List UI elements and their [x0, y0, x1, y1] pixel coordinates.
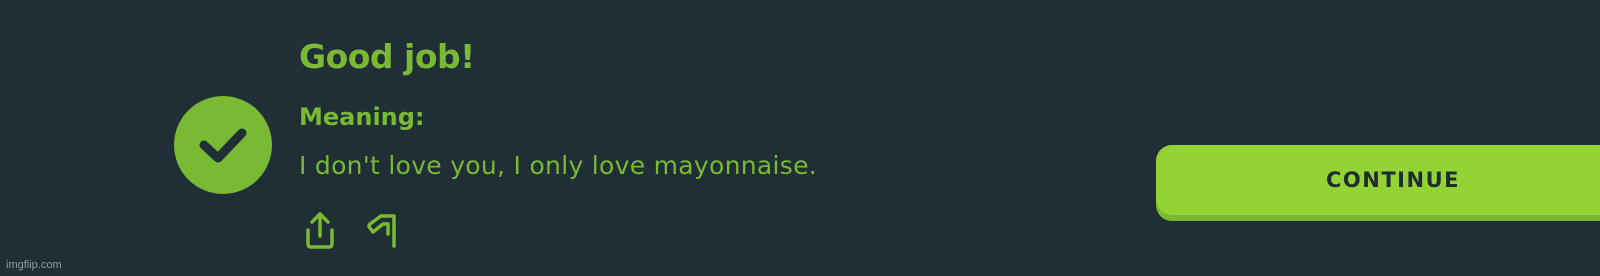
watermark: imgflip.com — [6, 259, 62, 271]
share-icon — [302, 210, 338, 254]
share-button[interactable] — [300, 212, 340, 252]
feedback-title: Good job! — [299, 37, 475, 76]
flag-icon — [366, 210, 404, 254]
meaning-text: I don't love you, I only love mayonnaise… — [299, 151, 818, 180]
continue-button[interactable]: CONTINUE — [1156, 145, 1600, 215]
meaning-label: Meaning: — [299, 103, 425, 131]
report-button[interactable] — [365, 212, 405, 252]
success-badge — [174, 96, 272, 194]
checkmark-icon — [196, 125, 250, 165]
feedback-banner: Good job! Meaning: I don't love you, I o… — [0, 0, 1600, 276]
continue-button-label: CONTINUE — [1326, 168, 1460, 192]
